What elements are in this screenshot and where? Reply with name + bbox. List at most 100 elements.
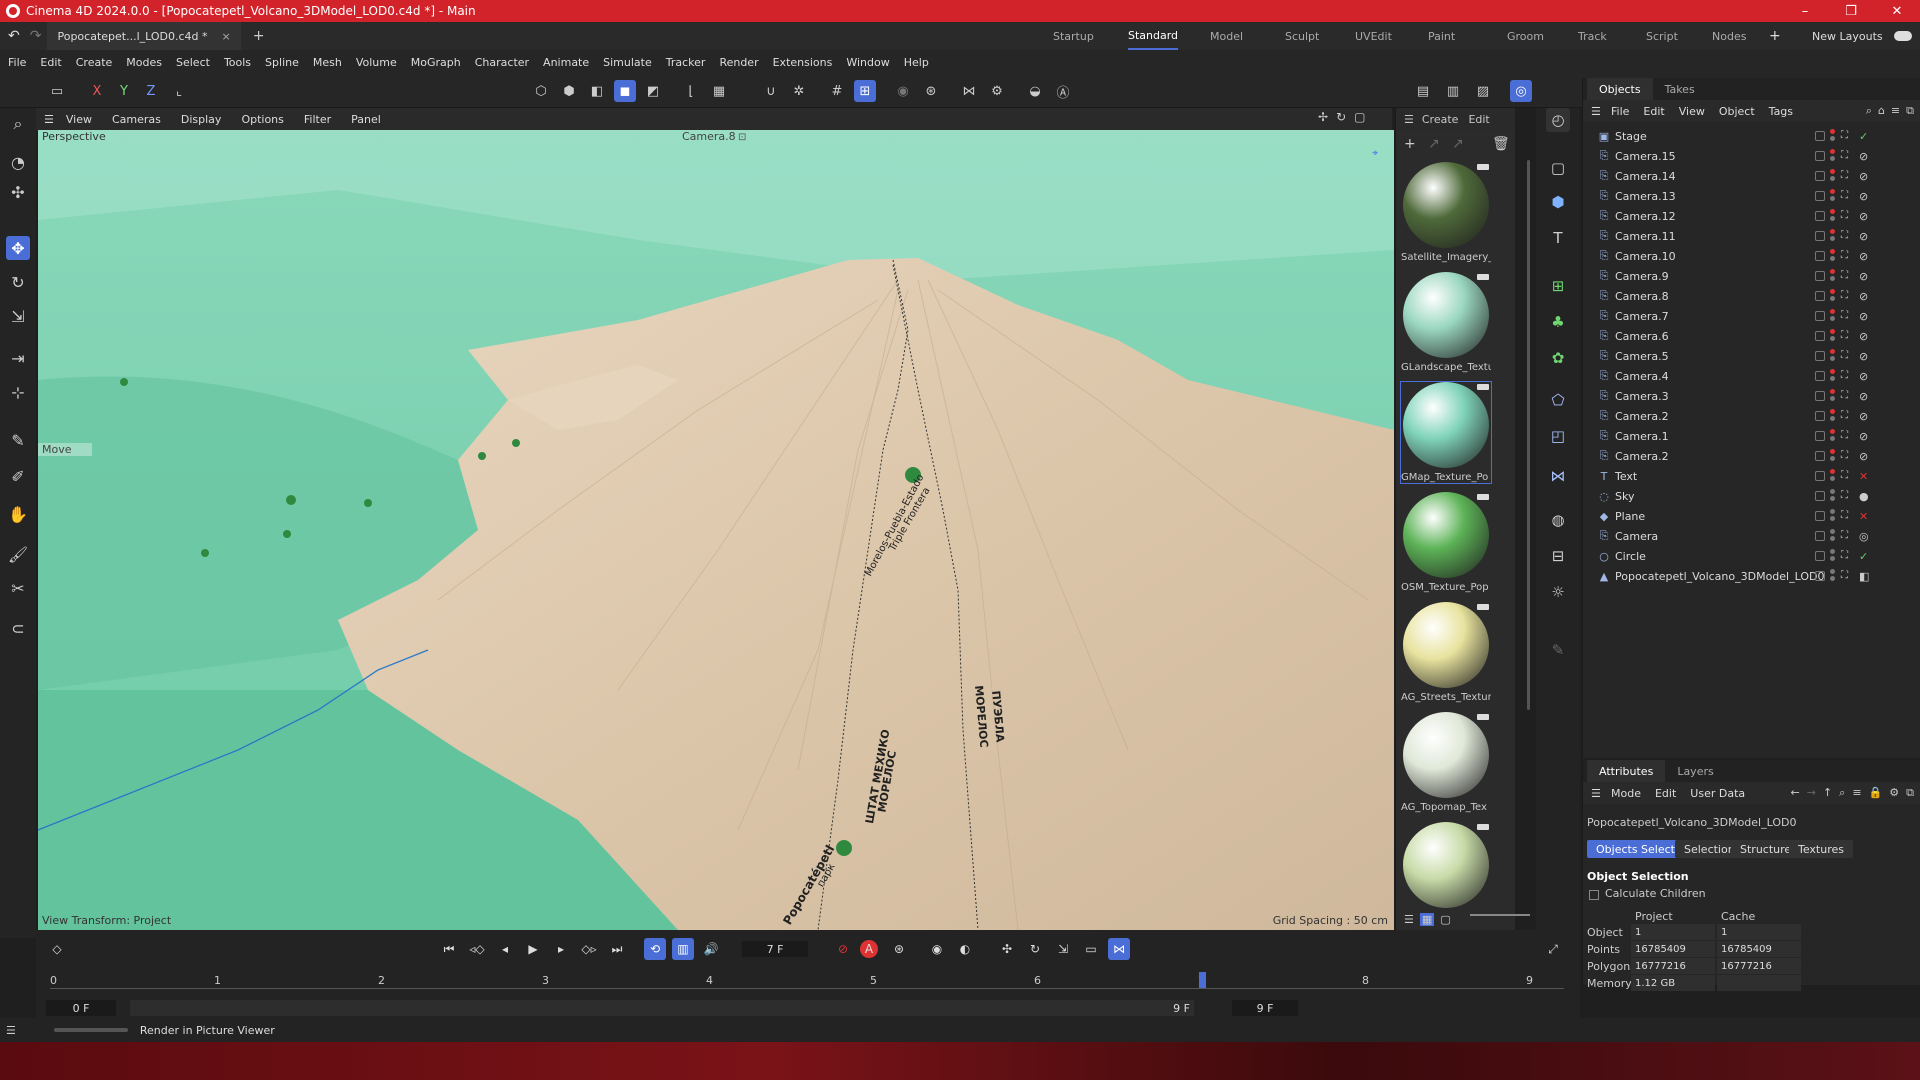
enable-icon[interactable]: ⛶ — [1841, 170, 1853, 182]
timeline-mode-icon[interactable]: ▥ — [672, 938, 694, 960]
render-view-icon[interactable]: ▤ — [1412, 80, 1434, 102]
tab-objects[interactable]: Objects — [1587, 78, 1653, 100]
section-tab-textures[interactable]: Textures — [1789, 840, 1853, 858]
material-swatch[interactable]: AG_Streets_Textur — [1401, 602, 1491, 703]
menu-volume[interactable]: Volume — [356, 56, 397, 69]
objects-menu-view[interactable]: View — [1679, 105, 1705, 118]
object-name[interactable]: Camera.10 — [1615, 250, 1676, 263]
motion-record-icon[interactable]: ◉ — [926, 938, 948, 960]
object-row[interactable]: ○ Circle ⛶ ✓ — [1583, 546, 1920, 566]
maximize-button[interactable]: ❐ — [1828, 0, 1874, 22]
layer-checkbox[interactable] — [1815, 471, 1825, 481]
home-icon[interactable]: ⌂ — [1878, 104, 1885, 118]
enable-icon[interactable]: ⛶ — [1841, 270, 1853, 282]
menu-window[interactable]: Window — [846, 56, 889, 69]
key-pla-icon[interactable]: ⋈ — [1108, 938, 1130, 960]
polygons-mode-icon[interactable]: ◧ — [586, 80, 608, 102]
object-name[interactable]: Camera.2 — [1615, 450, 1669, 463]
key-position-icon[interactable]: ✣ — [996, 938, 1018, 960]
menu-tools[interactable]: Tools — [224, 56, 251, 69]
layer-checkbox[interactable] — [1815, 571, 1825, 581]
object-tag-icon[interactable]: ⊘ — [1859, 190, 1871, 203]
menu-character[interactable]: Character — [475, 56, 529, 69]
workplane-icon[interactable]: ⌊ — [680, 80, 702, 102]
tab-takes[interactable]: Takes — [1653, 78, 1707, 100]
visibility-dots[interactable] — [1830, 409, 1835, 423]
object-tag-icon[interactable]: ⊘ — [1859, 370, 1871, 383]
quantize-icon[interactable]: ⊞ — [854, 80, 876, 102]
large-view-icon[interactable]: ▢ — [1440, 913, 1450, 926]
object-row[interactable]: ⎘ Camera.14 ⛶ ⊘ — [1583, 166, 1920, 186]
loop-icon[interactable]: ⟲ — [644, 938, 666, 960]
render-settings-icon[interactable]: ⊛ — [920, 80, 942, 102]
snap-magnet-icon[interactable]: ∪ — [760, 80, 782, 102]
enable-icon[interactable]: ⛶ — [1841, 450, 1853, 462]
render-picture-viewer-icon[interactable]: ▥ — [1442, 80, 1464, 102]
play-icon[interactable]: ▶ — [522, 938, 544, 960]
edit-render-settings-icon[interactable]: ▨ — [1472, 80, 1494, 102]
search-objects-icon[interactable]: ⌕ — [1866, 104, 1872, 118]
previous-key-icon[interactable]: ◃◇ — [466, 938, 488, 960]
object-name[interactable]: Camera.8 — [1615, 290, 1669, 303]
enable-icon[interactable]: ⛶ — [1841, 510, 1853, 522]
object-name[interactable]: Camera.4 — [1615, 370, 1669, 383]
object-row[interactable]: ⎘ Camera ⛶ ◎ — [1583, 526, 1920, 546]
record-icon[interactable]: ⊘ — [832, 938, 854, 960]
menu-tracker[interactable]: Tracker — [666, 56, 706, 69]
object-row[interactable]: ⎘ Camera.4 ⛶ ⊘ — [1583, 366, 1920, 386]
enable-icon[interactable]: ⛶ — [1841, 570, 1853, 582]
redo-icon[interactable]: ↷ — [30, 28, 42, 44]
layer-checkbox[interactable] — [1815, 371, 1825, 381]
viewport-camera-label[interactable]: Camera.8 — [682, 130, 736, 143]
layout-tab-uvedit[interactable]: UVEdit — [1355, 22, 1392, 50]
material-swatch[interactable] — [1401, 822, 1491, 912]
uv-mode-icon[interactable]: ◩ — [642, 80, 664, 102]
object-tag-icon[interactable]: ⊘ — [1859, 310, 1871, 323]
menu-select[interactable]: Select — [176, 56, 210, 69]
preview-end-field[interactable]: 9 F — [1232, 1000, 1298, 1016]
layer-checkbox[interactable] — [1815, 451, 1825, 461]
object-row[interactable]: ⎘ Camera.10 ⛶ ⊘ — [1583, 246, 1920, 266]
enable-icon[interactable]: ⛶ — [1841, 410, 1853, 422]
menu-create[interactable]: Create — [76, 56, 113, 69]
grid-snap-icon[interactable]: # — [826, 80, 848, 102]
object-tag-icon[interactable]: ⊘ — [1859, 350, 1871, 363]
paint-brush-icon[interactable]: 🖌 — [6, 542, 30, 566]
viewport-menu-panel[interactable]: Panel — [351, 113, 381, 126]
visibility-dots[interactable] — [1830, 449, 1835, 463]
object-name[interactable]: Plane — [1615, 510, 1645, 523]
viewport-menu-options[interactable]: Options — [241, 113, 283, 126]
effector-icon[interactable]: ✿ — [1546, 346, 1570, 370]
object-row[interactable]: ⎘ Camera.9 ⛶ ⊘ — [1583, 266, 1920, 286]
attributes-menu-icon[interactable]: ☰ — [1591, 787, 1601, 800]
object-tag-icon[interactable]: ✕ — [1859, 510, 1871, 523]
object-tag-icon[interactable]: ● — [1859, 490, 1871, 503]
object-name[interactable]: Camera.5 — [1615, 350, 1669, 363]
menu-file[interactable]: File — [8, 56, 26, 69]
menu-mesh[interactable]: Mesh — [313, 56, 342, 69]
tab-attributes[interactable]: Attributes — [1587, 760, 1666, 782]
new-window-icon[interactable]: ⧉ — [1906, 104, 1914, 118]
up-icon[interactable]: ↑ — [1823, 786, 1832, 800]
enable-icon[interactable]: ⛶ — [1841, 370, 1853, 382]
layout-tab-model[interactable]: Model — [1210, 22, 1243, 50]
undo-history-icon[interactable]: ▭ — [46, 80, 68, 102]
object-tag-icon[interactable]: ⊘ — [1859, 170, 1871, 183]
material-menu-edit[interactable]: Edit — [1468, 113, 1489, 126]
visibility-dots[interactable] — [1830, 489, 1835, 503]
delete-material-icon[interactable]: 🗑 — [1492, 136, 1510, 152]
next-key-icon[interactable]: ◇▹ — [578, 938, 600, 960]
attributes-menu-edit[interactable]: Edit — [1655, 787, 1676, 800]
range-slider[interactable] — [130, 1000, 1194, 1016]
enable-icon[interactable]: ⛶ — [1841, 190, 1853, 202]
visibility-dots[interactable] — [1830, 309, 1835, 323]
visibility-dots[interactable] — [1830, 289, 1835, 303]
camera-lock-icon[interactable]: ⊡ — [738, 132, 746, 143]
document-tab[interactable]: Popocatepet...l_LOD0.c4d * × — [47, 22, 241, 50]
keyframe-diamond-icon[interactable]: ◇ — [46, 938, 68, 960]
viewport-3d[interactable]: Perspective Camera.8 ⊡ Move Triple Front… — [38, 130, 1394, 930]
object-tag-icon[interactable]: ⊘ — [1859, 290, 1871, 303]
enable-icon[interactable]: ⛶ — [1841, 230, 1853, 242]
material-apply-icon[interactable]: ↗ — [1452, 136, 1464, 152]
object-tag-icon[interactable]: ✓ — [1859, 130, 1871, 143]
